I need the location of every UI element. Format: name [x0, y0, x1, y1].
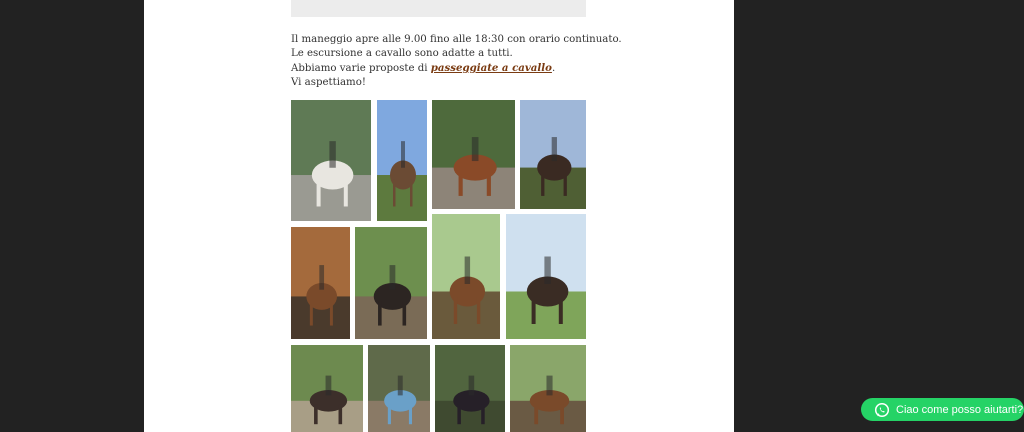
photo-horses-wooden-shelter[interactable]: [355, 227, 427, 339]
photo-riders-dark-forest[interactable]: [435, 345, 505, 432]
photo-child-petting-horse[interactable]: [368, 345, 430, 432]
whatsapp-chat-button[interactable]: Ciao come posso aiutarti?: [861, 398, 1024, 421]
proposals-suffix: .: [551, 63, 556, 74]
photo-riders-dark-forest-image: [435, 345, 505, 432]
photo-riders-wooded-hill[interactable]: [291, 345, 363, 432]
passeggiate-link[interactable]: passeggiate a cavallo: [431, 62, 552, 74]
photo-chestnut-horse-forest-image: [432, 100, 515, 209]
photo-rider-forest-trail-image: [432, 214, 500, 339]
suitable-line: Le escursione a cavallo sono adatte a tu…: [291, 48, 513, 59]
photo-riders-green-meadow[interactable]: [506, 214, 586, 339]
photo-rider-dark-horse-trees[interactable]: [520, 100, 586, 209]
page-content: Il maneggio apre alle 9.00 fino alle 18:…: [144, 0, 734, 432]
photo-horses-tied-woods[interactable]: [510, 345, 586, 432]
photo-horses-wooden-shelter-image: [355, 227, 427, 339]
photo-riders-green-meadow-image: [506, 214, 586, 339]
photo-horse-head-stable-image: [291, 227, 350, 339]
whatsapp-label: Ciao come posso aiutarti?: [896, 403, 1024, 416]
image-placeholder-top: [291, 0, 586, 17]
photo-horse-head-stable[interactable]: [291, 227, 350, 339]
welcome-line: Vi aspettiamo!: [291, 77, 366, 88]
photo-horses-tied-woods-image: [510, 345, 586, 432]
photo-rider-forest-trail[interactable]: [432, 214, 500, 339]
photo-chestnut-horse-forest[interactable]: [432, 100, 515, 209]
photo-horse-field-blue-sky-image: [377, 100, 427, 221]
proposals-prefix: Abbiamo varie proposte di: [291, 63, 428, 74]
photo-horse-field-blue-sky[interactable]: [377, 100, 427, 221]
photo-man-leading-white-horse-image: [291, 100, 371, 221]
intro-text: Il maneggio apre alle 9.00 fino alle 18:…: [291, 33, 622, 90]
photo-riders-wooded-hill-image: [291, 345, 363, 432]
whatsapp-icon: [874, 402, 890, 417]
proposals-line: Abbiamo varie proposte di passeggiate a …: [291, 61, 591, 76]
opening-hours-line: Il maneggio apre alle 9.00 fino alle 18:…: [291, 34, 622, 45]
photo-rider-dark-horse-trees-image: [520, 100, 586, 209]
photo-child-petting-horse-image: [368, 345, 430, 432]
photo-man-leading-white-horse[interactable]: [291, 100, 371, 221]
